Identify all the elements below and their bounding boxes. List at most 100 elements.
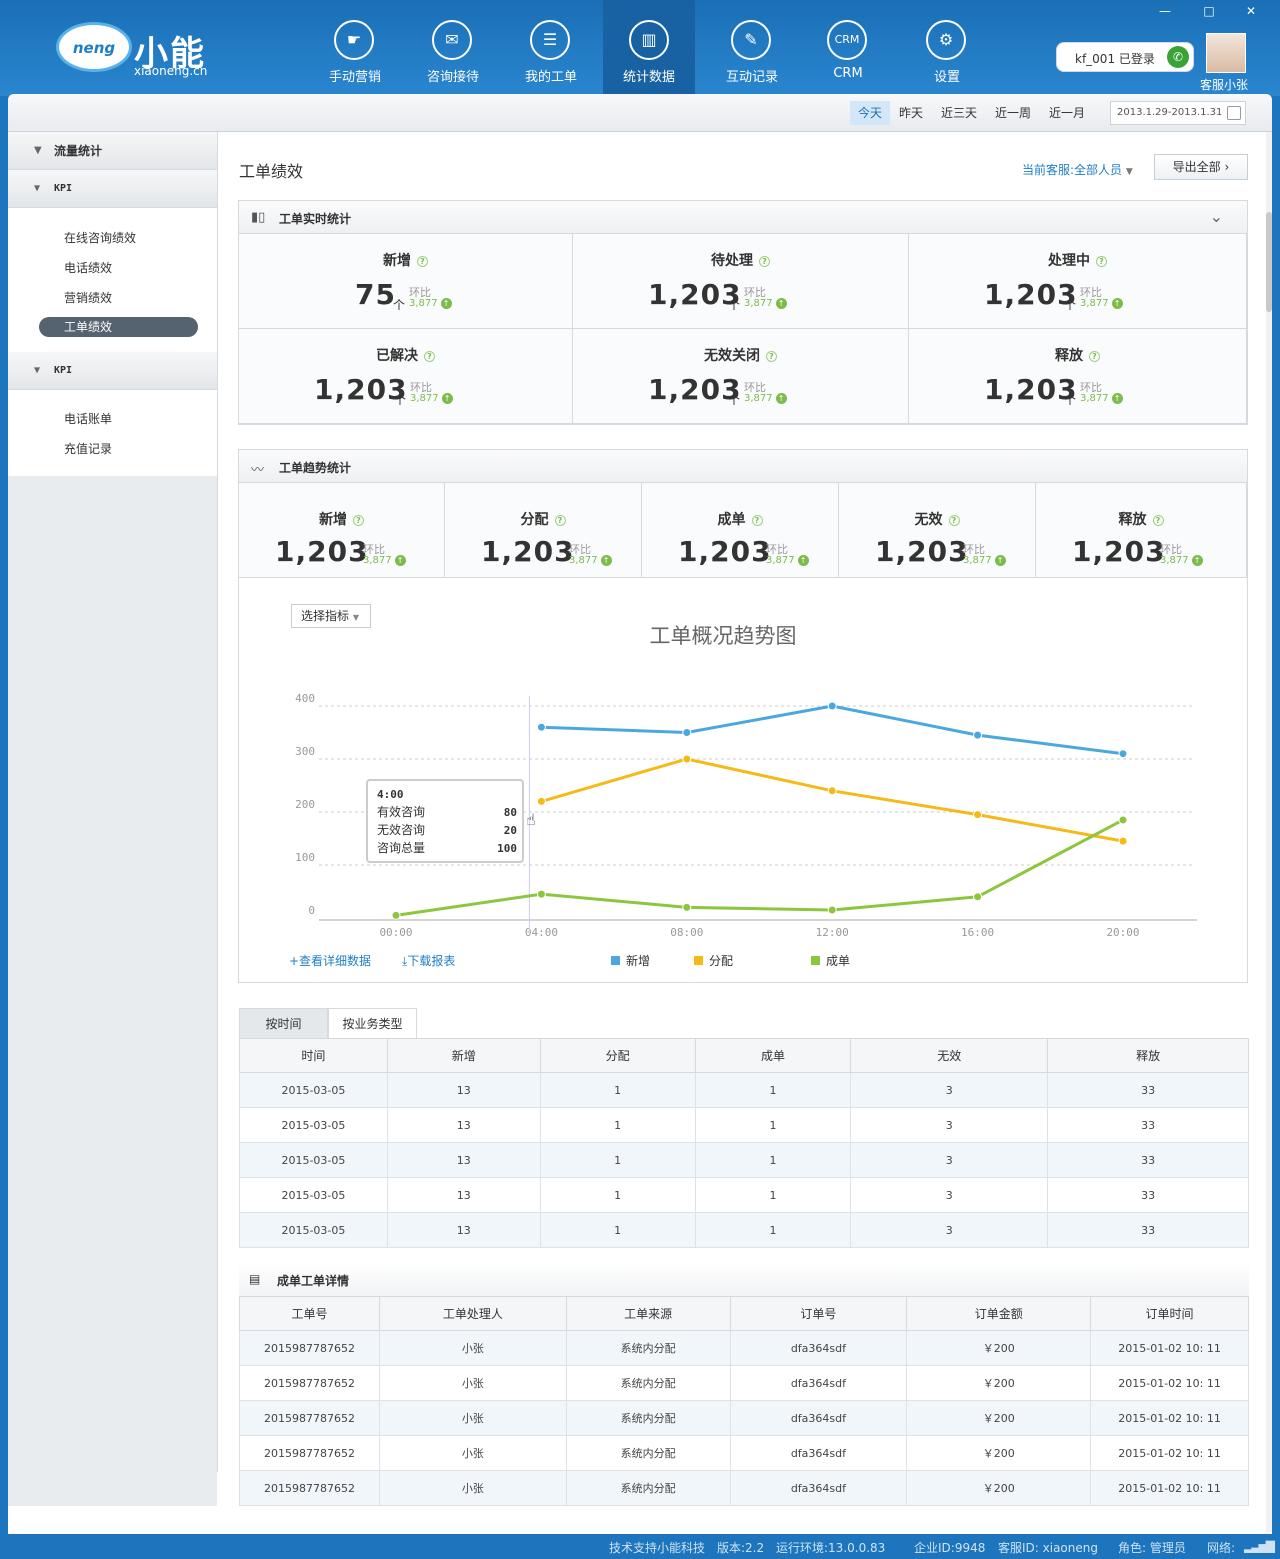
data-point[interactable]: [536, 889, 546, 899]
legend-item-deal[interactable]: 成单: [811, 952, 850, 969]
column-header[interactable]: 无效: [850, 1038, 1049, 1073]
table-row[interactable]: 2015987787652 小张 系统内分配 dfa364sdf ￥200 2015-01…: [239, 1470, 1249, 1506]
data-point[interactable]: [1118, 749, 1128, 759]
help-icon[interactable]: ?: [948, 514, 960, 526]
view-details-link[interactable]: +查看详细数据: [289, 952, 371, 969]
nav-settings[interactable]: ⚙ 设置: [898, 0, 996, 94]
table-row[interactable]: 2015-03-05 13 1 1 3 33: [239, 1107, 1249, 1143]
column-header[interactable]: 成单: [694, 1038, 852, 1073]
table-row[interactable]: 2015-03-05 13 1 1 3 33: [239, 1177, 1249, 1213]
data-point[interactable]: [827, 905, 837, 915]
ratio-value: 3,877 ↑: [1080, 393, 1123, 404]
date-yesterday[interactable]: 昨天: [891, 101, 931, 125]
stat-label-text: 新增: [383, 253, 411, 269]
tab-by-time[interactable]: 按时间: [239, 1008, 328, 1038]
data-point[interactable]: [973, 810, 983, 820]
date-today[interactable]: 今天: [850, 101, 891, 125]
help-icon[interactable]: ?: [353, 514, 364, 526]
data-point[interactable]: [682, 902, 692, 912]
chevron-right-icon: ›: [1224, 160, 1230, 174]
stat-value: 1,203: [481, 535, 575, 568]
table-row[interactable]: 2015987787652 小张 系统内分配 dfa364sdf ￥200 2015-01…: [239, 1435, 1249, 1471]
table-row[interactable]: 2015-03-05 13 1 1 3 33: [239, 1212, 1249, 1248]
data-point[interactable]: [827, 786, 837, 796]
chevron-down-icon[interactable]: ⌄: [1210, 207, 1223, 226]
login-status[interactable]: kf_001 已登录 ✆: [1056, 42, 1194, 72]
data-point[interactable]: [1118, 836, 1128, 846]
data-point[interactable]: [1118, 815, 1128, 825]
nav-manual-marketing[interactable]: ☛ 手动营销: [306, 0, 404, 94]
legend-item-assign[interactable]: 分配: [694, 952, 733, 969]
table-row[interactable]: 2015987787652 小张 系统内分配 dfa364sdf ￥200 2015-01…: [239, 1330, 1249, 1366]
help-icon[interactable]: ?: [424, 350, 435, 362]
close-icon[interactable]: ✕: [1236, 0, 1266, 24]
data-point[interactable]: [536, 796, 546, 806]
data-point[interactable]: [973, 892, 983, 902]
legend-item-new[interactable]: 新增: [611, 952, 650, 969]
maximize-icon[interactable]: □: [1194, 0, 1224, 24]
avatar[interactable]: [1206, 33, 1246, 73]
sidebar-group-kpi[interactable]: ▼ KPI: [8, 170, 217, 208]
data-point[interactable]: [682, 728, 692, 737]
date-week[interactable]: 近一周: [987, 101, 1039, 125]
scrollbar[interactable]: [1266, 132, 1272, 1532]
help-icon[interactable]: ?: [417, 255, 428, 267]
line-chart[interactable]: 010020030040000:00 04:00 08:00 12:00 16:00 20…: [239, 578, 1247, 982]
nav-statistics[interactable]: ▥ 统计数据: [603, 0, 695, 94]
scrollbar-thumb[interactable]: [1266, 212, 1272, 312]
data-point[interactable]: [973, 730, 983, 740]
data-point[interactable]: [827, 701, 837, 711]
help-icon[interactable]: ?: [1152, 514, 1164, 526]
minimize-icon[interactable]: —: [1150, 0, 1180, 24]
date-range-input[interactable]: 2013.1.29-2013.1.31: [1110, 101, 1246, 125]
column-header[interactable]: 时间: [239, 1038, 388, 1073]
nav-interaction[interactable]: ✎ 互动记录: [703, 0, 801, 94]
help-icon[interactable]: ?: [1096, 255, 1107, 267]
data-point[interactable]: [536, 722, 546, 732]
help-icon[interactable]: ?: [766, 350, 777, 362]
stat-label: 无效?: [839, 509, 1035, 529]
sidebar-item-phone[interactable]: 电话绩效: [64, 259, 112, 276]
nav-crm[interactable]: CRM CRM: [799, 0, 897, 94]
table-cell: 3: [850, 1212, 1049, 1248]
column-header[interactable]: 释放: [1047, 1038, 1249, 1073]
column-header[interactable]: 工单处理人: [378, 1296, 567, 1331]
tab-by-business[interactable]: 按业务类型: [328, 1008, 417, 1038]
data-point[interactable]: [682, 754, 692, 764]
sidebar-item-tickets[interactable]: 工单绩效: [39, 317, 198, 337]
column-header[interactable]: 新增: [386, 1038, 541, 1073]
column-header[interactable]: 分配: [539, 1038, 696, 1073]
column-header[interactable]: 工单来源: [565, 1296, 731, 1331]
sidebar-item-recharge[interactable]: 充值记录: [64, 440, 112, 457]
date-3days[interactable]: 近三天: [933, 101, 985, 125]
nav-consult[interactable]: ✉ 咨询接待: [404, 0, 502, 94]
current-agent-select[interactable]: 当前客服:全部人员 ▼: [1022, 161, 1133, 178]
table-row[interactable]: 2015-03-05 13 1 1 3 33: [239, 1072, 1249, 1108]
column-header[interactable]: 工单号: [239, 1296, 380, 1331]
help-icon[interactable]: ?: [759, 255, 770, 267]
sidebar-group-kpi-2[interactable]: ▼ KPI: [8, 352, 217, 390]
download-report-link[interactable]: ⤓下载报表: [402, 952, 455, 969]
help-icon[interactable]: ?: [554, 514, 566, 526]
table-row[interactable]: 2015987787652 小张 系统内分配 dfa364sdf ￥200 2015-01…: [239, 1400, 1249, 1436]
calendar-icon[interactable]: [1227, 106, 1241, 120]
column-header[interactable]: 订单时间: [1090, 1296, 1249, 1331]
column-header[interactable]: 订单号: [729, 1296, 908, 1331]
sidebar-item-marketing[interactable]: 营销绩效: [64, 289, 112, 306]
phone-icon[interactable]: ✆: [1167, 46, 1189, 68]
sidebar-item-online[interactable]: 在线咨询绩效: [64, 229, 136, 246]
column-header[interactable]: 订单金额: [906, 1296, 1092, 1331]
stat-label: 成单?: [642, 509, 838, 529]
table-row[interactable]: 2015987787652 小张 系统内分配 dfa364sdf ￥200 2015-01…: [239, 1365, 1249, 1401]
help-icon[interactable]: ?: [751, 514, 763, 526]
date-month[interactable]: 近一月: [1041, 101, 1093, 125]
table-row[interactable]: 2015-03-05 13 1 1 3 33: [239, 1142, 1249, 1178]
stat-value: 1,203: [875, 535, 969, 568]
help-icon[interactable]: ?: [1089, 350, 1100, 362]
nav-my-tickets[interactable]: ☰ 我的工单: [502, 0, 600, 94]
realtime-stats-box: ▮▯ 工单实时统计 ⌄ 新增? 75 个环比 3,877 ↑ 待处理? 1,203 个环比 3,…: [238, 200, 1248, 425]
sidebar-group-traffic[interactable]: ▼ 流量统计: [8, 132, 217, 170]
export-all-button[interactable]: 导出全部 ›: [1154, 154, 1248, 180]
data-point[interactable]: [391, 910, 401, 920]
sidebar-item-phone-bill[interactable]: 电话账单: [64, 410, 112, 427]
